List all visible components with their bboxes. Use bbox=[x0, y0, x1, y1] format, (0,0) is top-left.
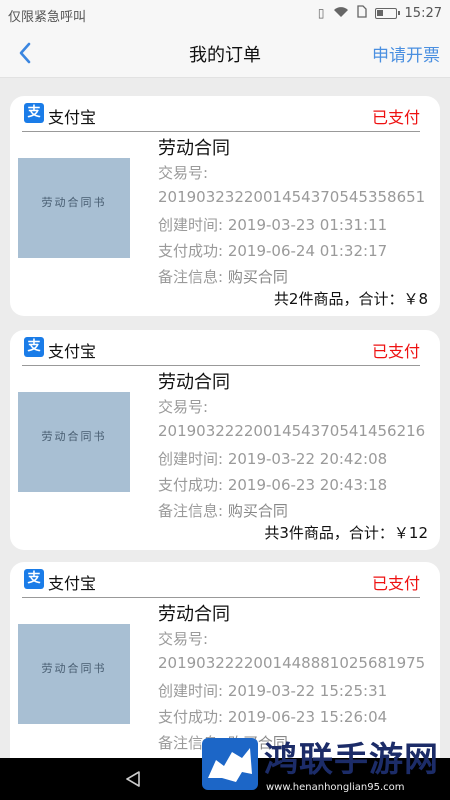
note-row: 备注信息: 购买合同 bbox=[158, 500, 288, 521]
status-bar: 仅限紧急呼叫 ▯ 15:27 bbox=[0, 0, 450, 28]
pay-method: 支付宝 bbox=[48, 108, 97, 127]
thumbnail-title: 劳动合同书 bbox=[41, 196, 107, 209]
created-label: 创建时间: bbox=[158, 216, 224, 234]
request-invoice-button[interactable]: 申请开票 bbox=[372, 41, 440, 66]
sim-icon bbox=[356, 5, 367, 21]
product-title: 劳动合同 bbox=[158, 372, 230, 393]
note-row: 备注信息: 购买合同 bbox=[158, 266, 288, 287]
order-card[interactable]: 支 支付宝 已支付 劳动合同书 劳动合同 交易号: 20190322220014… bbox=[10, 330, 440, 550]
order-card-header: 支 支付宝 已支付 bbox=[22, 96, 420, 132]
trade-label: 交易号: bbox=[158, 630, 209, 648]
status-icons: ▯ 15:27 bbox=[318, 5, 442, 21]
created-label: 创建时间: bbox=[158, 682, 224, 700]
created-time: 2019-03-22 20:42:08 bbox=[227, 450, 388, 468]
trade-label: 交易号: bbox=[158, 398, 209, 416]
wifi-icon bbox=[333, 6, 349, 21]
nav-bar: 我的订单 申请开票 bbox=[0, 28, 450, 78]
created-row: 创建时间: 2019-03-22 15:25:31 bbox=[158, 680, 387, 701]
trade-number: 2019032222001454370541456216 bbox=[158, 422, 426, 440]
thumbnail-title: 劳动合同书 bbox=[41, 430, 107, 443]
paid-time: 2019-06-24 01:32:17 bbox=[227, 242, 388, 260]
pay-method: 支付宝 bbox=[48, 574, 97, 593]
created-time: 2019-03-22 15:25:31 bbox=[227, 682, 388, 700]
product-title: 劳动合同 bbox=[158, 138, 230, 159]
site-watermark: 鸿联手游网 www.henanhonglian95.com bbox=[196, 730, 450, 800]
status-badge: 已支付 bbox=[371, 574, 420, 593]
battery-icon bbox=[374, 7, 400, 19]
alipay-icon: 支 bbox=[24, 103, 44, 123]
paid-time: 2019-06-23 20:43:18 bbox=[227, 476, 388, 494]
product-thumbnail: 劳动合同书 bbox=[18, 624, 130, 724]
created-label: 创建时间: bbox=[158, 450, 224, 468]
watermark-logo bbox=[202, 738, 258, 790]
order-summary: 共3件商品，合计：￥12 bbox=[264, 524, 428, 542]
watermark-url: www.henanhonglian95.com bbox=[266, 782, 405, 793]
vibrate-icon: ▯ bbox=[317, 6, 325, 20]
created-time: 2019-03-23 01:31:11 bbox=[227, 216, 388, 234]
alipay-icon: 支 bbox=[24, 569, 44, 589]
system-back-icon[interactable] bbox=[124, 770, 142, 788]
trade-label: 交易号: bbox=[158, 164, 209, 182]
product-thumbnail: 劳动合同书 bbox=[18, 392, 130, 492]
status-badge: 已支付 bbox=[371, 342, 420, 361]
paid-row: 支付成功: 2019-06-24 01:32:17 bbox=[158, 240, 387, 261]
status-badge: 已支付 bbox=[371, 108, 420, 127]
paid-label: 支付成功: bbox=[158, 708, 224, 726]
paid-time: 2019-06-23 15:26:04 bbox=[227, 708, 388, 726]
alipay-icon: 支 bbox=[24, 337, 44, 357]
created-row: 创建时间: 2019-03-23 01:31:11 bbox=[158, 214, 387, 235]
order-summary: 共2件商品，合计：￥8 bbox=[273, 290, 428, 308]
note-label: 备注信息: bbox=[158, 502, 224, 520]
pay-method: 支付宝 bbox=[48, 342, 97, 361]
thumbnail-title: 劳动合同书 bbox=[41, 662, 107, 675]
watermark-text: 鸿联手游网 bbox=[264, 740, 439, 780]
paid-label: 支付成功: bbox=[158, 476, 224, 494]
note-label: 备注信息: bbox=[158, 268, 224, 286]
paid-row: 支付成功: 2019-06-23 15:26:04 bbox=[158, 706, 387, 727]
paid-row: 支付成功: 2019-06-23 20:43:18 bbox=[158, 474, 387, 495]
product-thumbnail: 劳动合同书 bbox=[18, 158, 130, 258]
paid-label: 支付成功: bbox=[158, 242, 224, 260]
created-row: 创建时间: 2019-03-22 20:42:08 bbox=[158, 448, 387, 469]
clock: 15:27 bbox=[404, 5, 442, 21]
trade-number: 2019032322001454370545358651 bbox=[158, 188, 426, 206]
product-title: 劳动合同 bbox=[158, 604, 230, 625]
order-card[interactable]: 支 支付宝 已支付 劳动合同书 劳动合同 交易号: 20190323220014… bbox=[10, 96, 440, 316]
note-value: 购买合同 bbox=[227, 502, 288, 520]
note-value: 购买合同 bbox=[227, 268, 288, 286]
order-card-header: 支 支付宝 已支付 bbox=[22, 330, 420, 366]
order-card-header: 支 支付宝 已支付 bbox=[22, 562, 420, 598]
trade-number: 2019032222001448881025681975 bbox=[158, 654, 426, 672]
carrier-text: 仅限紧急呼叫 bbox=[8, 10, 87, 25]
